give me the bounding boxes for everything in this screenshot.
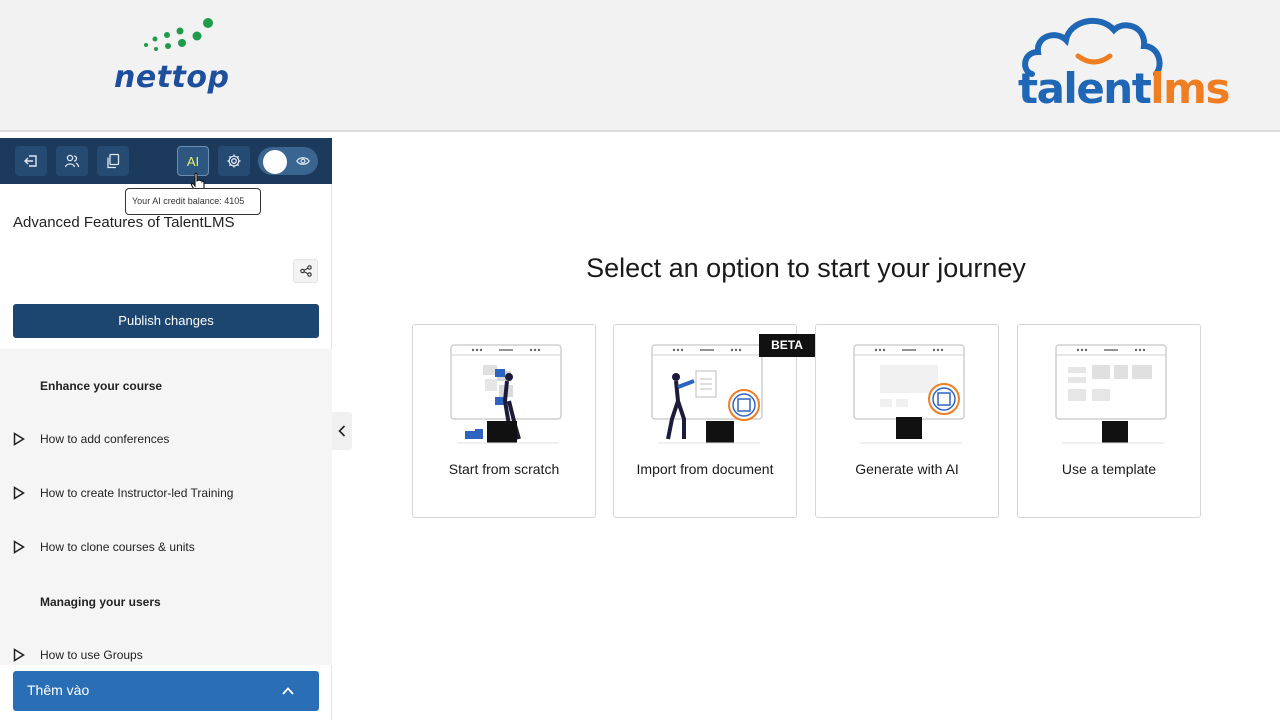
template-illustration-icon	[1055, 344, 1167, 444]
option-label: Start from scratch	[448, 461, 560, 477]
course-sidebar: AI Your AI credit balance: 4105 Advanced…	[0, 138, 332, 720]
chevron-left-icon	[338, 425, 346, 437]
ai-illustration-icon	[853, 344, 965, 444]
talentlms-wordmark: talentlms	[1018, 64, 1230, 113]
talentlms-wordmark-part2: lms	[1150, 64, 1230, 113]
exit-button[interactable]	[15, 146, 47, 176]
toggle-knob	[263, 150, 287, 174]
import-illustration-icon	[651, 344, 763, 444]
section-managing-your-users[interactable]: Managing your users	[40, 595, 161, 609]
copy-button[interactable]	[97, 146, 129, 176]
exit-icon	[24, 155, 37, 167]
copy-icon	[107, 153, 120, 169]
play-icon	[13, 648, 25, 662]
play-icon	[13, 486, 25, 500]
toc-item-label: How to add conferences	[40, 432, 170, 446]
toc-item-label: How to clone courses & units	[40, 540, 195, 554]
toc-item-label: How to use Groups	[40, 648, 143, 662]
gear-icon	[227, 154, 241, 168]
toc-item-label: How to create Instructor-led Training	[40, 486, 234, 500]
option-generate-with-ai[interactable]: Generate with AI	[815, 324, 999, 518]
toc-item-clone-courses[interactable]: How to clone courses & units	[0, 534, 332, 560]
option-use-a-template[interactable]: Use a template	[1017, 324, 1201, 518]
option-label: Import from document	[636, 461, 774, 477]
toc-item-instructor-led-training[interactable]: How to create Instructor-led Training	[0, 480, 332, 506]
settings-button[interactable]	[218, 146, 250, 176]
chevron-up-icon	[282, 687, 294, 695]
preview-toggle[interactable]	[258, 147, 318, 175]
eye-icon	[296, 157, 310, 165]
beta-badge: BETA	[759, 334, 815, 357]
section-enhance-your-course[interactable]: Enhance your course	[40, 379, 162, 393]
option-label: Use a template	[1061, 461, 1157, 477]
play-icon	[13, 540, 25, 554]
publish-changes-button[interactable]: Publish changes	[13, 304, 319, 338]
play-icon	[13, 432, 25, 446]
toc-item-use-groups[interactable]: How to use Groups	[0, 642, 332, 665]
table-of-contents: Enhance your course How to add conferenc…	[0, 349, 332, 665]
collapse-sidebar-button[interactable]	[332, 412, 352, 450]
users-button[interactable]	[56, 146, 88, 176]
users-icon	[64, 154, 80, 168]
nettop-dots-icon	[144, 18, 213, 51]
talentlms-logo: talentlms	[1012, 12, 1230, 113]
scratch-illustration-icon	[450, 344, 562, 444]
nettop-wordmark: nettop	[114, 60, 230, 95]
share-icon	[299, 265, 312, 277]
nettop-logo: nettop	[112, 14, 262, 104]
ai-credit-tooltip: Your AI credit balance: 4105	[125, 188, 261, 215]
course-title: Advanced Features of TalentLMS	[13, 214, 235, 231]
option-label: Generate with AI	[855, 461, 959, 477]
talentlms-wordmark-part1: talent	[1018, 64, 1152, 113]
ai-icon: AI	[186, 153, 200, 169]
share-button[interactable]	[293, 259, 318, 283]
add-panel-label: Thêm vào	[27, 682, 90, 698]
sidebar-toolbar: AI	[0, 138, 332, 184]
page-title: Select an option to start your journey	[586, 253, 1026, 283]
add-panel[interactable]: Thêm vào	[13, 671, 319, 711]
toc-item-add-conferences[interactable]: How to add conferences	[0, 426, 332, 452]
option-start-from-scratch[interactable]: Start from scratch	[412, 324, 596, 518]
top-banner: nettop talentlms	[0, 0, 1280, 132]
